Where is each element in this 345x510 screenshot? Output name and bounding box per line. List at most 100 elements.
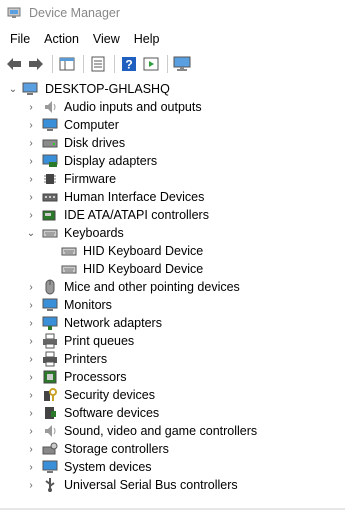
tree-item-label: Security devices	[64, 388, 156, 402]
expand-chevron-icon[interactable]: ›	[26, 336, 36, 347]
expand-chevron-icon[interactable]: ›	[26, 192, 36, 203]
tree-item-display-adapters[interactable]: › Display adapters	[0, 152, 345, 170]
expand-chevron-icon[interactable]: ›	[26, 156, 36, 167]
print-queue-icon	[42, 333, 58, 349]
expand-chevron-icon[interactable]: ›	[26, 480, 36, 491]
show-hide-console-tree-button[interactable]	[57, 54, 77, 74]
back-button[interactable]	[4, 54, 24, 74]
tree-item-storage-controllers[interactable]: › Storage controllers	[0, 440, 345, 458]
expand-chevron-icon[interactable]: ›	[26, 318, 36, 329]
expand-chevron-icon[interactable]: ›	[26, 426, 36, 437]
back-arrow-icon	[7, 58, 21, 70]
tree-item-label: Print queues	[64, 334, 135, 348]
tree-item-keyboard-device[interactable]: HID Keyboard Device	[0, 242, 345, 260]
usb-icon	[42, 477, 58, 493]
tree-root[interactable]: ⌄ DESKTOP-GHLASHQ	[0, 80, 345, 98]
console-tree-icon	[59, 57, 75, 71]
tree-item-disk-drives[interactable]: › Disk drives	[0, 134, 345, 152]
processor-icon	[42, 369, 58, 385]
expand-chevron-icon[interactable]: ›	[26, 462, 36, 473]
tree-item-processors[interactable]: › Processors	[0, 368, 345, 386]
speaker-icon	[42, 99, 58, 115]
tree-item-label: IDE ATA/ATAPI controllers	[64, 208, 209, 222]
device-tree: ⌄ DESKTOP-GHLASHQ › Audio inputs and out…	[0, 80, 345, 494]
firmware-chip-icon	[42, 171, 58, 187]
tree-item-usb[interactable]: › Universal Serial Bus controllers	[0, 476, 345, 494]
tree-item-label: Universal Serial Bus controllers	[64, 478, 238, 492]
tree-item-label: HID Keyboard Device	[83, 262, 204, 276]
keyboard-icon	[61, 243, 77, 259]
tree-item-label: Display adapters	[64, 154, 158, 168]
expand-chevron-icon[interactable]: ›	[26, 300, 36, 311]
hid-icon	[42, 189, 58, 205]
toolbar-separator	[83, 55, 84, 73]
run-button[interactable]	[141, 54, 161, 74]
tree-item-printers[interactable]: › Printers	[0, 350, 345, 368]
toolbar-separator	[52, 55, 53, 73]
menu-action[interactable]: Action	[39, 32, 85, 46]
toolbar-separator	[114, 55, 115, 73]
tree-item-print-queues[interactable]: › Print queues	[0, 332, 345, 350]
expand-chevron-icon[interactable]: ›	[26, 210, 36, 221]
help-button[interactable]: ?	[119, 54, 139, 74]
menu-view[interactable]: View	[88, 32, 126, 46]
tree-item-label: Computer	[64, 118, 119, 132]
tree-item-system-devices[interactable]: › System devices	[0, 458, 345, 476]
expand-chevron-icon[interactable]: ›	[26, 444, 36, 455]
tree-item-label: System devices	[64, 460, 152, 474]
tree-item-label: HID Keyboard Device	[83, 244, 204, 258]
properties-button[interactable]	[88, 54, 108, 74]
title-bar: Device Manager	[0, 0, 345, 26]
tree-item-firmware[interactable]: › Firmware	[0, 170, 345, 188]
forward-button[interactable]	[26, 54, 46, 74]
monitor-icon	[42, 297, 58, 313]
display-adapter-icon	[42, 153, 58, 169]
expand-chevron-icon[interactable]: ›	[26, 282, 36, 293]
help-icon: ?	[122, 57, 136, 72]
tree-item-monitors[interactable]: › Monitors	[0, 296, 345, 314]
tree-item-keyboards[interactable]: ⌄ Keyboards	[0, 224, 345, 242]
disk-drive-icon	[42, 135, 58, 151]
expand-chevron-icon[interactable]: ›	[26, 354, 36, 365]
expand-chevron-icon[interactable]: ›	[26, 372, 36, 383]
expand-chevron-icon[interactable]: ›	[26, 174, 36, 185]
tree-item-keyboard-device[interactable]: HID Keyboard Device	[0, 260, 345, 278]
expand-chevron-icon[interactable]: ›	[26, 408, 36, 419]
storage-controller-icon	[42, 441, 58, 457]
collapse-chevron-icon[interactable]: ⌄	[26, 228, 36, 239]
tree-item-hid[interactable]: › Human Interface Devices	[0, 188, 345, 206]
security-key-icon	[42, 387, 58, 403]
tree-item-sound-video[interactable]: › Sound, video and game controllers	[0, 422, 345, 440]
tree-item-label: Disk drives	[64, 136, 126, 150]
tree-item-mice[interactable]: › Mice and other pointing devices	[0, 278, 345, 296]
tree-item-label: Firmware	[64, 172, 117, 186]
tree-item-ide[interactable]: › IDE ATA/ATAPI controllers	[0, 206, 345, 224]
mouse-icon	[42, 279, 58, 295]
forward-arrow-icon	[29, 58, 43, 70]
tree-item-network-adapters[interactable]: › Network adapters	[0, 314, 345, 332]
tree-item-label: Audio inputs and outputs	[64, 100, 202, 114]
tree-item-security-devices[interactable]: › Security devices	[0, 386, 345, 404]
expand-chevron-icon[interactable]: ›	[26, 138, 36, 149]
tree-item-software-devices[interactable]: › Software devices	[0, 404, 345, 422]
expand-chevron-icon[interactable]: ›	[26, 390, 36, 401]
run-icon	[143, 57, 159, 71]
tree-item-audio[interactable]: › Audio inputs and outputs	[0, 98, 345, 116]
tree-item-label: Storage controllers	[64, 442, 169, 456]
computer-icon	[22, 81, 38, 97]
collapse-chevron-icon[interactable]: ⌄	[8, 84, 18, 95]
menu-file[interactable]: File	[5, 32, 36, 46]
window-title: Device Manager	[29, 6, 121, 20]
expand-chevron-icon[interactable]: ›	[26, 102, 36, 113]
menu-bar: File Action View Help	[0, 29, 169, 49]
printer-icon	[42, 351, 58, 367]
tree-item-label: Keyboards	[64, 226, 124, 240]
menu-help[interactable]: Help	[129, 32, 166, 46]
tree-item-label: Monitors	[64, 298, 112, 312]
tree-item-computer[interactable]: › Computer	[0, 116, 345, 134]
computer-icon	[42, 117, 58, 133]
properties-icon	[91, 56, 105, 72]
scan-hardware-button[interactable]	[172, 54, 192, 74]
expand-chevron-icon[interactable]: ›	[26, 120, 36, 131]
monitor-scan-icon	[173, 56, 191, 71]
